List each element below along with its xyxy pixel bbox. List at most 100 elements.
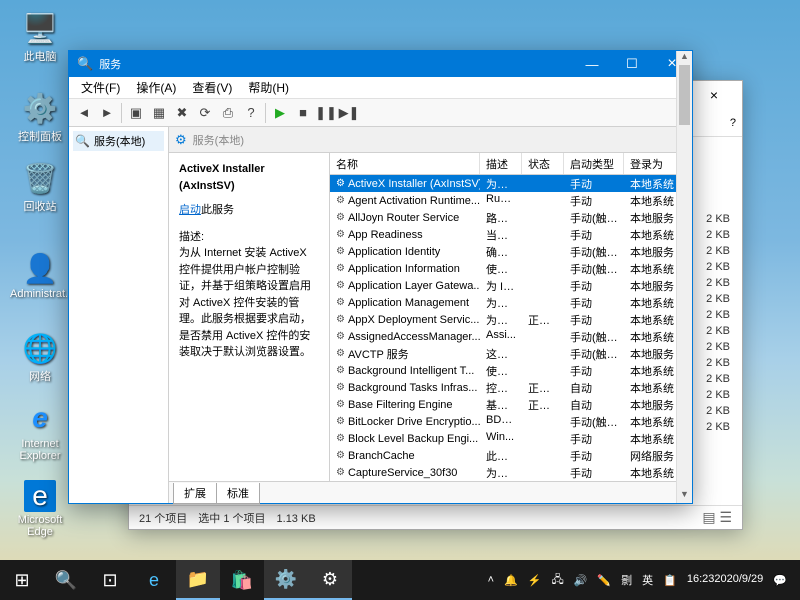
taskbar-services[interactable]: ⚙: [308, 560, 352, 600]
service-row[interactable]: ⚙AssignedAccessManager...Assi...手动(触发...…: [330, 328, 692, 345]
gear-icon: ⚙: [175, 132, 187, 148]
toolbar-export-button[interactable]: ⎙: [217, 102, 239, 124]
service-row[interactable]: ⚙Application Identity确定...手动(触发...本地服务: [330, 243, 692, 260]
gear-icon: ⚙: [336, 178, 345, 189]
explorer-close-button[interactable]: ×: [694, 87, 734, 103]
tray-icon[interactable]: ⚡: [523, 560, 547, 600]
scroll-down-arrow[interactable]: ▼: [677, 489, 692, 503]
service-row[interactable]: ⚙CaptureService_30f30为调...手动本地系统: [330, 464, 692, 481]
scroll-up-arrow[interactable]: ▲: [677, 51, 692, 65]
taskbar-clock[interactable]: 16:23 2020/9/29: [682, 560, 768, 600]
menu-help[interactable]: 帮助(H): [240, 77, 297, 98]
service-row[interactable]: ⚙Base Filtering Engine基本...正在...自动本地服务: [330, 396, 692, 413]
desktop-icon-administrator[interactable]: 👤Administrat...: [10, 250, 70, 300]
action-center-button[interactable]: 💬: [768, 560, 792, 600]
toolbar-stop-button[interactable]: ■: [292, 102, 314, 124]
description-label: 描述:: [179, 229, 319, 246]
desktop-icon-recyclebin[interactable]: 🗑️回收站: [10, 160, 70, 214]
gear-icon: ⚙: [336, 246, 345, 257]
start-button[interactable]: ⊞: [0, 560, 44, 600]
tray-network-icon[interactable]: 🖧: [546, 560, 568, 600]
menu-file[interactable]: 文件(F): [73, 77, 128, 98]
toolbar-refresh-button[interactable]: ⟳: [194, 102, 216, 124]
toolbar-forward-button[interactable]: ►: [96, 102, 118, 124]
toolbar-properties-button[interactable]: ▦: [148, 102, 170, 124]
explorer-status-text: 21 个项目 选中 1 个项目 1.13 KB: [139, 510, 316, 526]
tray-volume-icon[interactable]: 🔊: [569, 560, 593, 600]
service-row[interactable]: ⚙Block Level Backup Engi...Win...手动本地系统: [330, 430, 692, 447]
services-titlebar[interactable]: 🔍 服务 — ☐ ×: [69, 51, 692, 77]
gear-icon: ⚙: [336, 263, 345, 274]
toolbar-show-hide-button[interactable]: ▣: [125, 102, 147, 124]
service-row[interactable]: ⚙AllJoyn Router Service路由...手动(触发...本地服务: [330, 209, 692, 226]
maximize-button[interactable]: ☐: [612, 51, 652, 77]
services-app-icon: 🔍: [77, 56, 93, 72]
recycle-bin-icon: 🗑️: [22, 160, 58, 196]
col-description[interactable]: 描述: [480, 153, 522, 174]
tree-item-services-local[interactable]: 🔍 服务(本地): [73, 131, 164, 151]
computer-icon: 🖥️: [22, 10, 58, 46]
ie-icon: e: [22, 400, 58, 436]
gear-icon: ⚙: [336, 382, 345, 393]
services-toolbar: ◄ ► ▣ ▦ ✖ ⟳ ⎙ ? ▶ ■ ❚❚ ▶❚: [69, 99, 692, 127]
start-service-link[interactable]: 启动: [179, 204, 201, 216]
toolbar-restart-button[interactable]: ▶❚: [338, 102, 360, 124]
service-row[interactable]: ⚙BitLocker Drive Encryptio...BDE...手动(触发…: [330, 413, 692, 430]
ime-indicator[interactable]: 㔀: [616, 560, 637, 600]
taskbar-store[interactable]: 🛍️: [220, 560, 264, 600]
services-header: ⚙ 服务(本地): [169, 127, 692, 153]
vertical-scrollbar[interactable]: ▲ ▼: [676, 51, 692, 503]
scrollbar-thumb[interactable]: [679, 65, 690, 125]
toolbar-help-button[interactable]: ?: [240, 102, 262, 124]
ime-language[interactable]: 英: [637, 560, 658, 600]
desktop-icon-ie[interactable]: eInternet Explorer: [10, 400, 70, 462]
tray-icon[interactable]: 🔔: [499, 560, 523, 600]
minimize-button[interactable]: —: [572, 51, 612, 77]
service-row[interactable]: ⚙Application Management为通...手动本地系统: [330, 294, 692, 311]
control-panel-icon: ⚙️: [22, 90, 58, 126]
service-row[interactable]: ⚙Agent Activation Runtime...Runt...手动本地系…: [330, 192, 692, 209]
menu-action[interactable]: 操作(A): [128, 77, 184, 98]
taskbar-settings[interactable]: ⚙️: [264, 560, 308, 600]
description-text: 为从 Internet 安装 ActiveX 控件提供用户帐户控制验证，并基于组…: [179, 245, 319, 361]
task-view-button[interactable]: ⊡: [88, 560, 132, 600]
col-name[interactable]: 名称: [330, 153, 480, 174]
service-row[interactable]: ⚙Application Layer Gatewa...为 In...手动本地服…: [330, 277, 692, 294]
col-status[interactable]: 状态: [522, 153, 564, 174]
desktop-icon-network[interactable]: 🌐网络: [10, 330, 70, 384]
col-startup[interactable]: 启动类型: [564, 153, 624, 174]
nav-help-button[interactable]: ?: [730, 117, 736, 129]
tray-icon[interactable]: ✏️: [592, 560, 616, 600]
taskbar-edge[interactable]: e: [132, 560, 176, 600]
network-icon: 🌐: [22, 330, 58, 366]
taskbar-explorer[interactable]: 📁: [176, 560, 220, 600]
toolbar-delete-button[interactable]: ✖: [171, 102, 193, 124]
service-row[interactable]: ⚙ActiveX Installer (AxInstSV)为从 ...手动本地系…: [330, 175, 692, 192]
toolbar-back-button[interactable]: ◄: [73, 102, 95, 124]
desktop-icon-edge[interactable]: eMicrosoft Edge: [10, 480, 70, 538]
edge-icon: e: [24, 480, 56, 512]
explorer-statusbar: 21 个项目 选中 1 个项目 1.13 KB ▤ ☰: [129, 505, 742, 529]
service-row[interactable]: ⚙Application Information使用...手动(触发...本地系…: [330, 260, 692, 277]
desktop-icon-thispc[interactable]: 🖥️此电脑: [10, 10, 70, 64]
desktop-icon-controlpanel[interactable]: ⚙️控制面板: [10, 90, 70, 144]
services-window[interactable]: 🔍 服务 — ☐ × 文件(F) 操作(A) 查看(V) 帮助(H) ◄ ► ▣…: [68, 50, 693, 504]
explorer-view-buttons[interactable]: ▤ ☰: [702, 509, 732, 526]
gear-icon: ⚙: [336, 195, 345, 206]
gear-icon: ⚙: [336, 280, 345, 291]
service-row[interactable]: ⚙BranchCache此服...手动网络服务: [330, 447, 692, 464]
tray-overflow-button[interactable]: ˄: [483, 560, 499, 600]
tab-extended[interactable]: 扩展: [173, 483, 216, 504]
tray-icon[interactable]: 📋: [658, 560, 682, 600]
toolbar-start-button[interactable]: ▶: [269, 102, 291, 124]
service-row[interactable]: ⚙AppX Deployment Servic...为部...正在...手动本地…: [330, 311, 692, 328]
tab-standard[interactable]: 标准: [216, 483, 260, 504]
menu-view[interactable]: 查看(V): [184, 77, 240, 98]
service-row[interactable]: ⚙AVCTP 服务这是...手动(触发...本地服务: [330, 345, 692, 362]
service-row[interactable]: ⚙Background Intelligent T...使用...手动本地系统: [330, 362, 692, 379]
toolbar-pause-button[interactable]: ❚❚: [315, 102, 337, 124]
gear-icon: ⚙: [336, 433, 345, 444]
search-button[interactable]: 🔍: [44, 560, 88, 600]
service-row[interactable]: ⚙App Readiness当用...手动本地系统: [330, 226, 692, 243]
service-row[interactable]: ⚙Background Tasks Infras...控制...正在...自动本…: [330, 379, 692, 396]
